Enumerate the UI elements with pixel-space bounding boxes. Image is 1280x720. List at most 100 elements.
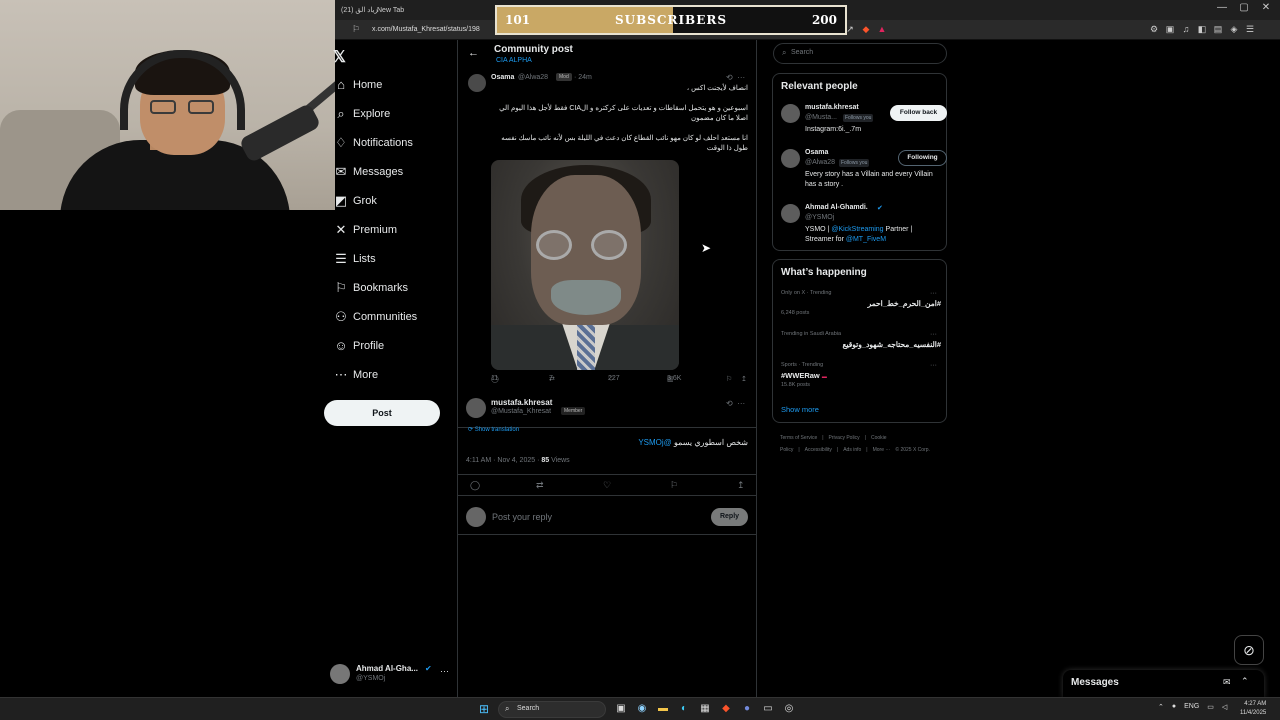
follow-back-button[interactable]: Follow back (890, 105, 947, 121)
post-button[interactable]: Post (324, 400, 440, 426)
share-icon[interactable]: ↥ (741, 375, 747, 383)
maximize-button[interactable]: ▢ (1233, 2, 1255, 13)
file-explorer-icon[interactable]: ▬ (655, 701, 671, 717)
footer-link[interactable]: More ··· (873, 447, 891, 453)
browser-tab-new[interactable]: New Tab (371, 3, 410, 18)
author-handle[interactable]: @Alwa28 (518, 74, 548, 81)
person-name[interactable]: mustafa.khresat (805, 104, 859, 111)
bio-link[interactable]: @KickStreaming (831, 226, 883, 233)
community-name[interactable]: CIA ALPHA (496, 57, 532, 64)
bookmark-page-icon[interactable]: ⚐ (352, 24, 360, 35)
heart-icon[interactable]: ♡ (603, 480, 611, 491)
more-dots-icon[interactable]: ··· (930, 290, 937, 297)
menu-icon[interactable]: ☰ (1244, 22, 1256, 36)
nav-item-bookmarks[interactable]: ⚐ Bookmarks (330, 273, 450, 302)
store-icon[interactable]: ▦ (697, 701, 713, 717)
grok-icon[interactable]: ⟲ (726, 73, 733, 82)
reply-icon[interactable]: ◯ (470, 480, 480, 491)
footer-link[interactable]: Accessibility (805, 447, 832, 453)
post-image[interactable] (491, 160, 679, 370)
close-window-button[interactable]: ✕ (1255, 2, 1277, 13)
expand-up-icon[interactable]: ⌃ (1241, 676, 1249, 687)
nav-item-premium[interactable]: ✕ Premium (330, 215, 450, 244)
nav-item-more[interactable]: ⋯ More (330, 360, 450, 389)
nav-item-explore[interactable]: ⌕ Explore (330, 99, 450, 128)
more-dots-icon[interactable]: ··· (737, 73, 745, 82)
author-handle[interactable]: @Mustafa_Khresat (491, 408, 551, 415)
bookmark-icon[interactable]: ⚐ (670, 480, 678, 491)
person-name[interactable]: Osama (805, 149, 828, 156)
brave-icon[interactable]: ◆ (718, 701, 734, 717)
grok-icon[interactable]: ⟲ (726, 399, 733, 408)
minimize-button[interactable]: — (1211, 2, 1233, 13)
community-post[interactable]: Osama @Alwa28 Mod · 24m ⟲ ··· انصاف لأيج… (458, 70, 756, 428)
avatar[interactable] (468, 74, 486, 92)
taskbar-clock[interactable]: 4:27 AM 11/4/2025 (1240, 700, 1266, 718)
avatar[interactable] (781, 204, 800, 223)
x-logo-icon[interactable]: 𝕏 (333, 47, 346, 67)
footer-link[interactable]: Privacy Policy (829, 435, 860, 441)
more-dots-icon[interactable]: ··· (930, 362, 937, 369)
nav-item-grok[interactable]: ◩ Grok (330, 186, 450, 215)
more-dots-icon[interactable]: ··· (737, 399, 745, 408)
sidebar-icon[interactable]: ◧ (1196, 22, 1208, 36)
url-field[interactable]: x.com/Mustafa_Khresat/status/198 (372, 23, 512, 37)
following-button[interactable]: Following (898, 150, 947, 166)
language-indicator[interactable]: ENG (1184, 703, 1199, 711)
compose-message-icon[interactable]: ✉ (1223, 677, 1231, 688)
mic-icon[interactable]: ● (1172, 703, 1176, 711)
nav-item-home[interactable]: ⌂ Home (330, 70, 450, 99)
footer-link[interactable]: © 2025 X Corp. (895, 447, 930, 453)
person-card[interactable]: Osama @Alwa28 Follows you Every story ha… (781, 149, 947, 193)
person-name[interactable]: Ahmad Al-Ghamdi. (805, 204, 868, 211)
reply-input[interactable]: Post your reply (492, 512, 552, 522)
focused-post[interactable]: mustafa.khresat @Mustafa_Khresat Member … (458, 395, 756, 555)
more-dots-icon[interactable]: ··· (440, 666, 449, 676)
trend-item[interactable]: Only on X · Trending ··· #امن_الحرم_خط_ا… (781, 290, 941, 322)
person-card[interactable]: Ahmad Al-Ghamdi. ✔ @YSMOj YSMO | @KickSt… (781, 204, 941, 248)
taskbar-search[interactable]: ⌕ Search (498, 701, 606, 718)
grok-float-button[interactable]: ⊘ (1234, 635, 1264, 665)
search-input[interactable]: ⌕ Search (773, 43, 947, 64)
reply-button[interactable]: Reply (711, 508, 748, 526)
avatar[interactable] (781, 104, 800, 123)
footer-link[interactable]: Ads info (843, 447, 861, 453)
nav-item-messages[interactable]: ✉ Messages (330, 157, 450, 186)
copilot-icon[interactable]: ◉ (634, 701, 650, 717)
author-name[interactable]: Osama (491, 74, 514, 81)
wallet-icon[interactable]: ▣ (1164, 22, 1176, 36)
nav-item-profile[interactable]: ☺ Profile (330, 331, 450, 360)
nav-item-lists[interactable]: ☰ Lists (330, 244, 450, 273)
more-dots-icon[interactable]: ··· (930, 331, 937, 338)
media-icon[interactable]: ♫ (1180, 22, 1192, 36)
discord-icon[interactable]: ● (739, 701, 755, 717)
show-more-link[interactable]: Show more (781, 405, 819, 414)
repost-icon[interactable]: ⇄ (536, 480, 544, 491)
network-icon[interactable]: ▭ (1207, 703, 1214, 711)
avatar[interactable] (466, 398, 486, 418)
messages-drawer[interactable]: Messages ✉ ⌃ (1063, 670, 1264, 698)
bio-link[interactable]: @MT_FiveM (846, 236, 886, 243)
reader-icon[interactable]: ▤ (1212, 22, 1224, 36)
show-translation-link[interactable]: ⟳ Show translation (468, 426, 519, 433)
obs-icon[interactable]: ◎ (781, 701, 797, 717)
vpn-icon[interactable]: ◈ (1228, 22, 1240, 36)
tray-expand-icon[interactable]: ⌃ (1158, 703, 1164, 711)
share-icon[interactable]: ↥ (737, 480, 745, 491)
nav-item-notifications[interactable]: ♢ Notifications (330, 128, 450, 157)
volume-icon[interactable]: ◁ (1222, 703, 1227, 711)
back-arrow-icon[interactable]: ← (468, 47, 479, 59)
trend-item[interactable]: Trending in Saudi Arabia ··· #النفسيه_مح… (781, 331, 941, 363)
bookmark-icon[interactable]: ⚐ (726, 375, 732, 383)
task-view-icon[interactable]: ▣ (613, 701, 629, 717)
trend-item[interactable]: Sports · Trending ··· #WWERaw ▬ 15.8K po… (781, 362, 941, 394)
avatar[interactable] (781, 149, 800, 168)
mention-link[interactable]: @YSMOj (638, 438, 671, 447)
nav-item-communities[interactable]: ⚇ Communities (330, 302, 450, 331)
brave-rewards-icon[interactable]: ▲ (876, 22, 888, 36)
windows-start-icon[interactable]: ⊞ (479, 702, 489, 716)
author-name[interactable]: mustafa.khresat (491, 398, 552, 407)
extension-icon[interactable]: ⚙ (1148, 22, 1160, 36)
edge-icon[interactable]: ◐ (676, 701, 692, 717)
app-icon[interactable]: ▭ (760, 701, 776, 717)
